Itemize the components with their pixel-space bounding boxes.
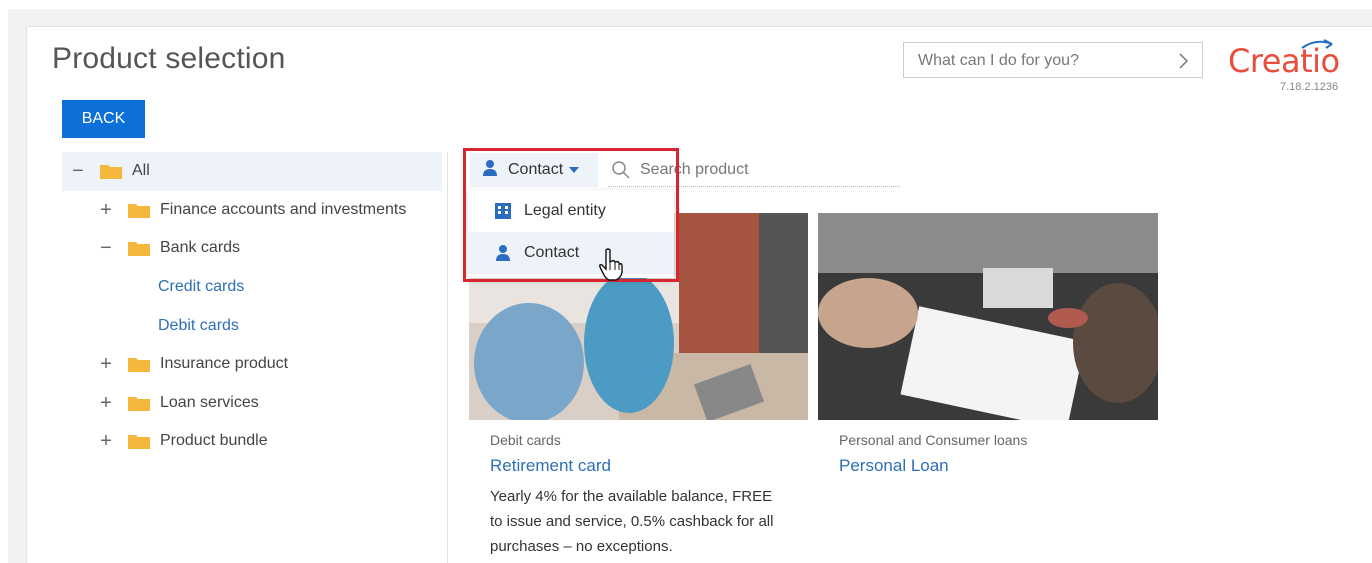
product-description: Yearly 4% for the available balance, FRE… [490,484,810,559]
customer-type-dropdown[interactable]: Contact [470,153,598,187]
person-icon [482,159,498,182]
page-title: Product selection [52,42,286,75]
hand-cursor-icon [599,248,623,281]
version-label: 7.18.2.1236 [1280,81,1339,93]
tree-item-label: Bank cards [160,239,241,257]
panel-divider [447,152,448,563]
expand-icon[interactable]: + [98,393,114,413]
product-category: Debit cards [490,432,561,448]
expand-icon[interactable]: + [98,354,114,374]
search-icon[interactable] [612,161,630,179]
dropdown-value: Contact [508,161,564,178]
tree-item-label: Insurance product [160,355,289,373]
tree-item-label: Finance accounts and investments [160,200,407,218]
folder-icon [100,163,122,180]
tree-item-label: Product bundle [160,432,268,450]
tree-item-product-bundle[interactable]: + Product bundle [62,422,442,461]
tree-item-debit-cards[interactable]: Debit cards [62,306,442,345]
product-category: Personal and Consumer loans [839,432,1028,448]
tree-item-label: Loan services [160,393,259,411]
menu-item-label: Contact [524,244,580,261]
expand-icon[interactable]: + [98,200,114,220]
product-search[interactable] [608,153,900,187]
folder-icon [128,356,150,373]
description-line: Yearly 4% for the available balance, FRE… [490,488,773,505]
chevron-right-icon[interactable] [1176,51,1190,71]
tree-item-link[interactable]: Debit cards [158,317,239,335]
menu-item-label: Legal entity [524,202,606,219]
logo-swoosh-icon [1301,39,1333,49]
menu-item-legal-entity[interactable]: Legal entity [468,190,674,232]
product-photo [818,213,1158,420]
caret-down-icon[interactable] [569,167,580,173]
command-input[interactable] [918,52,1168,70]
command-line[interactable] [903,42,1203,78]
building-icon [492,202,514,220]
description-line: purchases – no exceptions. [490,538,673,555]
product-image-personal-loan[interactable] [818,213,1158,420]
description-line: to issue and service, 0.5% cashback for … [490,513,774,530]
tree-item-finance[interactable]: + Finance accounts and investments [62,191,442,230]
person-icon [492,244,514,262]
collapse-icon[interactable]: − [70,161,86,181]
tree-item-credit-cards[interactable]: Credit cards [62,268,442,307]
folder-icon [128,395,150,411]
customer-type-menu: Legal entity Contact [468,190,674,278]
tree-item-all[interactable]: − All [62,152,442,191]
search-input[interactable] [640,161,890,179]
product-name-link[interactable]: Retirement card [490,456,611,476]
product-name-link[interactable]: Personal Loan [839,456,949,476]
tree-item-link[interactable]: Credit cards [158,278,244,296]
folder-icon [128,202,150,218]
back-button[interactable]: BACK [62,100,145,138]
menu-item-contact[interactable]: Contact [468,232,674,274]
tree-item-label: All [132,162,150,180]
collapse-icon[interactable]: − [98,238,114,258]
expand-icon[interactable]: + [98,431,114,451]
folder-icon [128,433,150,450]
tree-item-insurance[interactable]: + Insurance product [62,345,442,384]
folder-icon [128,240,150,257]
tree-item-loan-services[interactable]: + Loan services [62,384,442,423]
folder-tree: − All + Finance accounts and investments… [62,152,442,461]
tree-item-bank-cards[interactable]: − Bank cards [62,229,442,268]
